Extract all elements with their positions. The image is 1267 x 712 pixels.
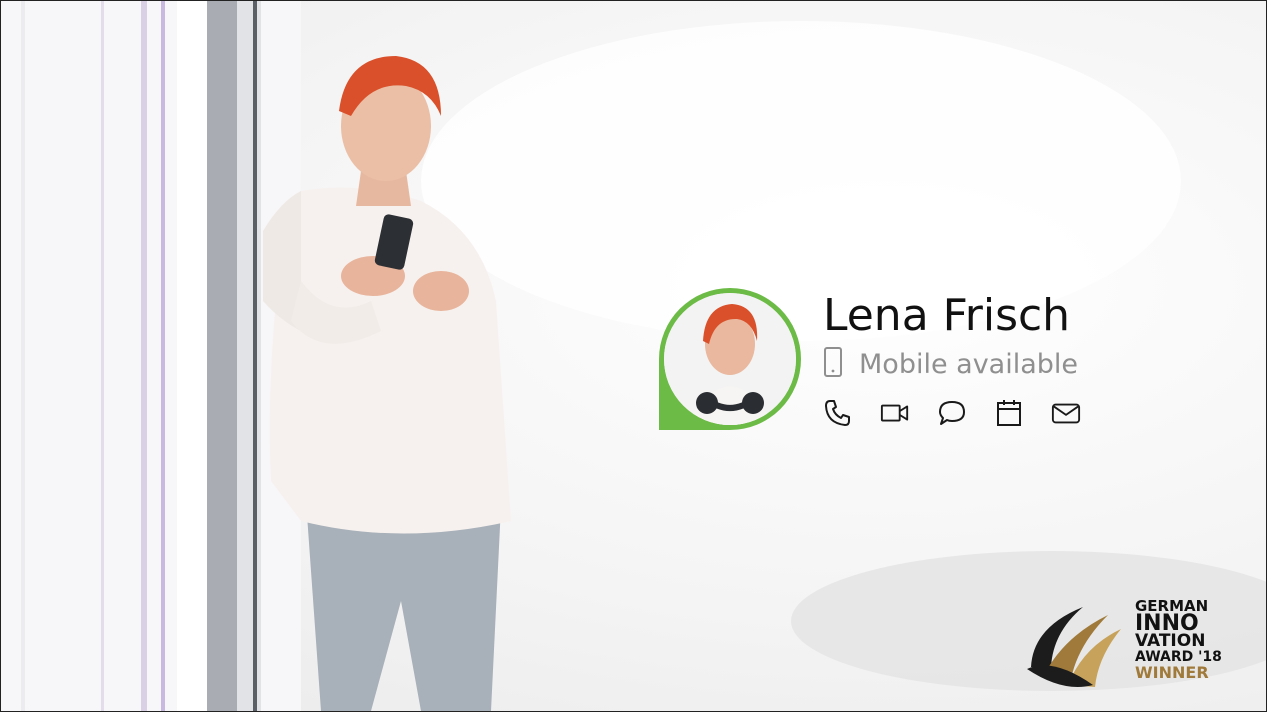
mobile-phone-icon: [823, 346, 843, 382]
presentation-slide: Lena Frisch Mobile available GERMAN INNO…: [0, 0, 1267, 712]
status-text: Mobile available: [859, 348, 1079, 380]
phone-icon: [825, 400, 850, 426]
chat-button[interactable]: [937, 398, 967, 428]
chat-bubble-icon: [939, 401, 965, 425]
schedule-button[interactable]: [994, 398, 1024, 428]
calendar-icon: [997, 400, 1021, 426]
contact-actions: [823, 398, 1108, 428]
mail-icon: [1051, 403, 1081, 424]
award-logo: [1027, 607, 1121, 687]
award-badge: GERMAN INNO VATION AWARD '18 WINNER: [1023, 597, 1223, 692]
award-line-winner: WINNER: [1135, 663, 1209, 682]
video-camera-icon: [880, 404, 909, 422]
avatar[interactable]: [657, 286, 803, 432]
video-call-button[interactable]: [880, 398, 910, 428]
contact-card: Lena Frisch Mobile available: [657, 286, 1117, 436]
award-text: GERMAN INNO VATION AWARD '18 WINNER: [1135, 599, 1222, 682]
call-button[interactable]: [823, 398, 853, 428]
contact-name: Lena Frisch: [823, 290, 1071, 341]
award-line-vation: VATION: [1135, 631, 1206, 651]
email-button[interactable]: [1051, 398, 1081, 428]
presence-status: Mobile available: [823, 346, 1079, 382]
